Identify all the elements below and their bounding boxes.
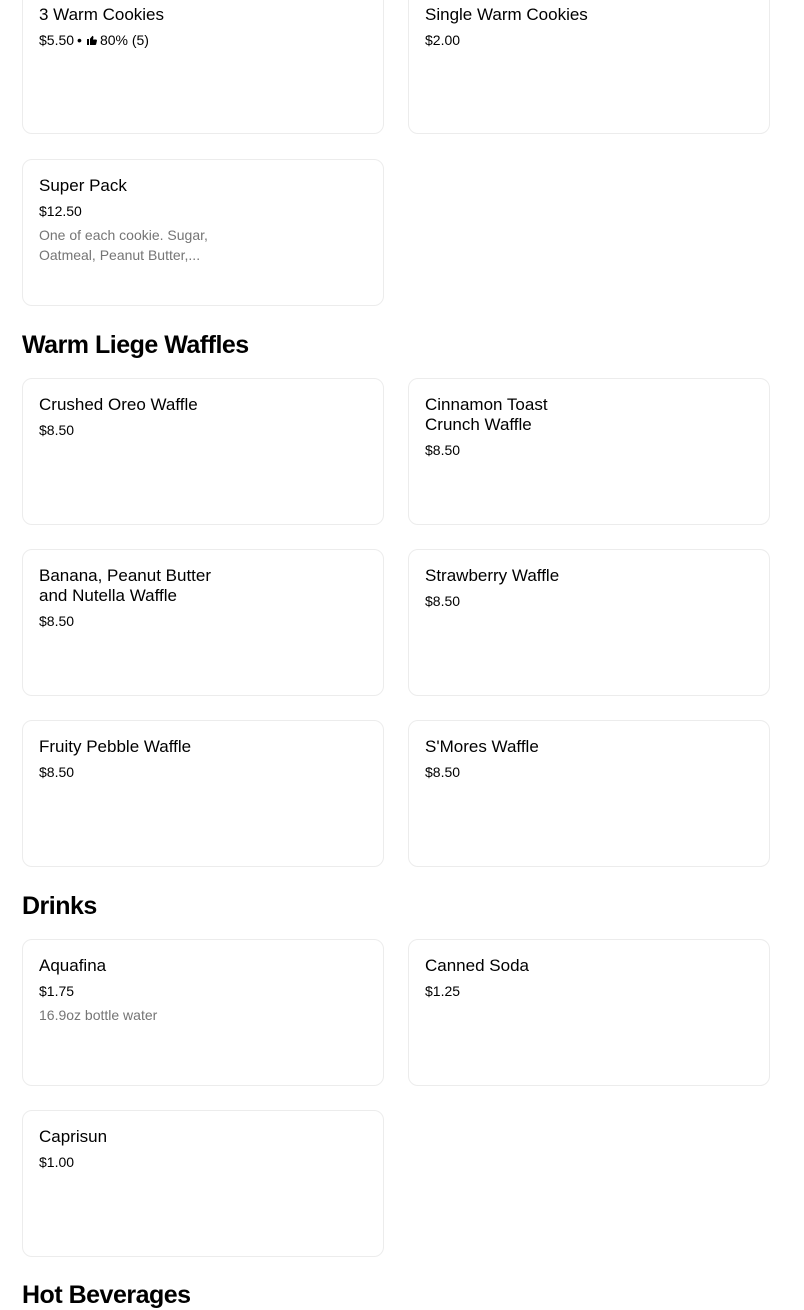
item-price: $1.00 [39,1154,75,1170]
item-name: Caprisun [39,1127,108,1146]
item-name: Fruity Pebble Waffle [39,737,192,756]
section-title-waffles: Warm Liege Waffles [22,331,249,359]
menu-item-card[interactable]: Crushed Oreo Waffle $8.50 [22,378,384,525]
separator: • [77,32,82,48]
section-title-hot-beverages: Hot Beverages [22,1281,191,1309]
item-name: Crushed Oreo Waffle [39,395,198,414]
menu-item-card[interactable]: Fruity Pebble Waffle $8.50 [22,720,384,867]
item-price: $8.50 [425,764,461,780]
item-name: S'Mores Waffle [425,737,539,756]
item-price: $8.50 [39,422,75,438]
item-description: One of each cookie. Sugar, Oatmeal, Pean… [39,227,208,263]
menu-item-card[interactable]: Single Warm Cookies $2.00 [408,0,770,134]
menu-item-card[interactable]: Super Pack $12.50 One of each cookie. Su… [22,159,384,306]
thumbs-up-icon [86,35,97,45]
menu-item-card[interactable]: Aquafina $1.75 16.9oz bottle water [22,939,384,1086]
menu-item-card[interactable]: S'Mores Waffle $8.50 [408,720,770,867]
item-name: Cinnamon Toast Crunch Waffle [425,395,548,434]
item-price: $1.25 [425,983,461,999]
item-price: $8.50 [425,442,461,458]
item-price: $12.50 [39,203,82,219]
item-price: $2.00 [425,32,461,48]
item-name: 3 Warm Cookies [39,5,165,24]
item-price: $8.50 [39,613,75,629]
item-rating: 80% (5) [99,32,149,48]
item-name: Super Pack [39,176,127,195]
item-name: Aquafina [39,956,107,975]
section-title-drinks: Drinks [22,892,97,920]
menu-item-card[interactable]: Caprisun $1.00 [22,1110,384,1257]
menu-item-card[interactable]: Banana, Peanut Butter and Nutella Waffle… [22,549,384,696]
item-name: Banana, Peanut Butter and Nutella Waffle [39,566,212,605]
menu-item-card[interactable]: Canned Soda $1.25 [408,939,770,1086]
item-name: Canned Soda [425,956,529,975]
item-price: $8.50 [39,764,75,780]
menu-item-card[interactable]: 3 Warm Cookies $5.50 • 80% (5) [22,0,384,134]
menu-item-card[interactable]: Strawberry Waffle $8.50 [408,549,770,696]
item-description: 16.9oz bottle water [39,1007,158,1023]
item-name: Single Warm Cookies [425,5,588,24]
menu-item-card[interactable]: Cinnamon Toast Crunch Waffle $8.50 [408,378,770,525]
item-price: $1.75 [39,983,75,999]
item-price: $5.50 [39,32,75,48]
item-price: $8.50 [425,593,461,609]
item-name: Strawberry Waffle [425,566,560,585]
item-price-rating: $5.50 • 80% (5) [39,30,229,50]
